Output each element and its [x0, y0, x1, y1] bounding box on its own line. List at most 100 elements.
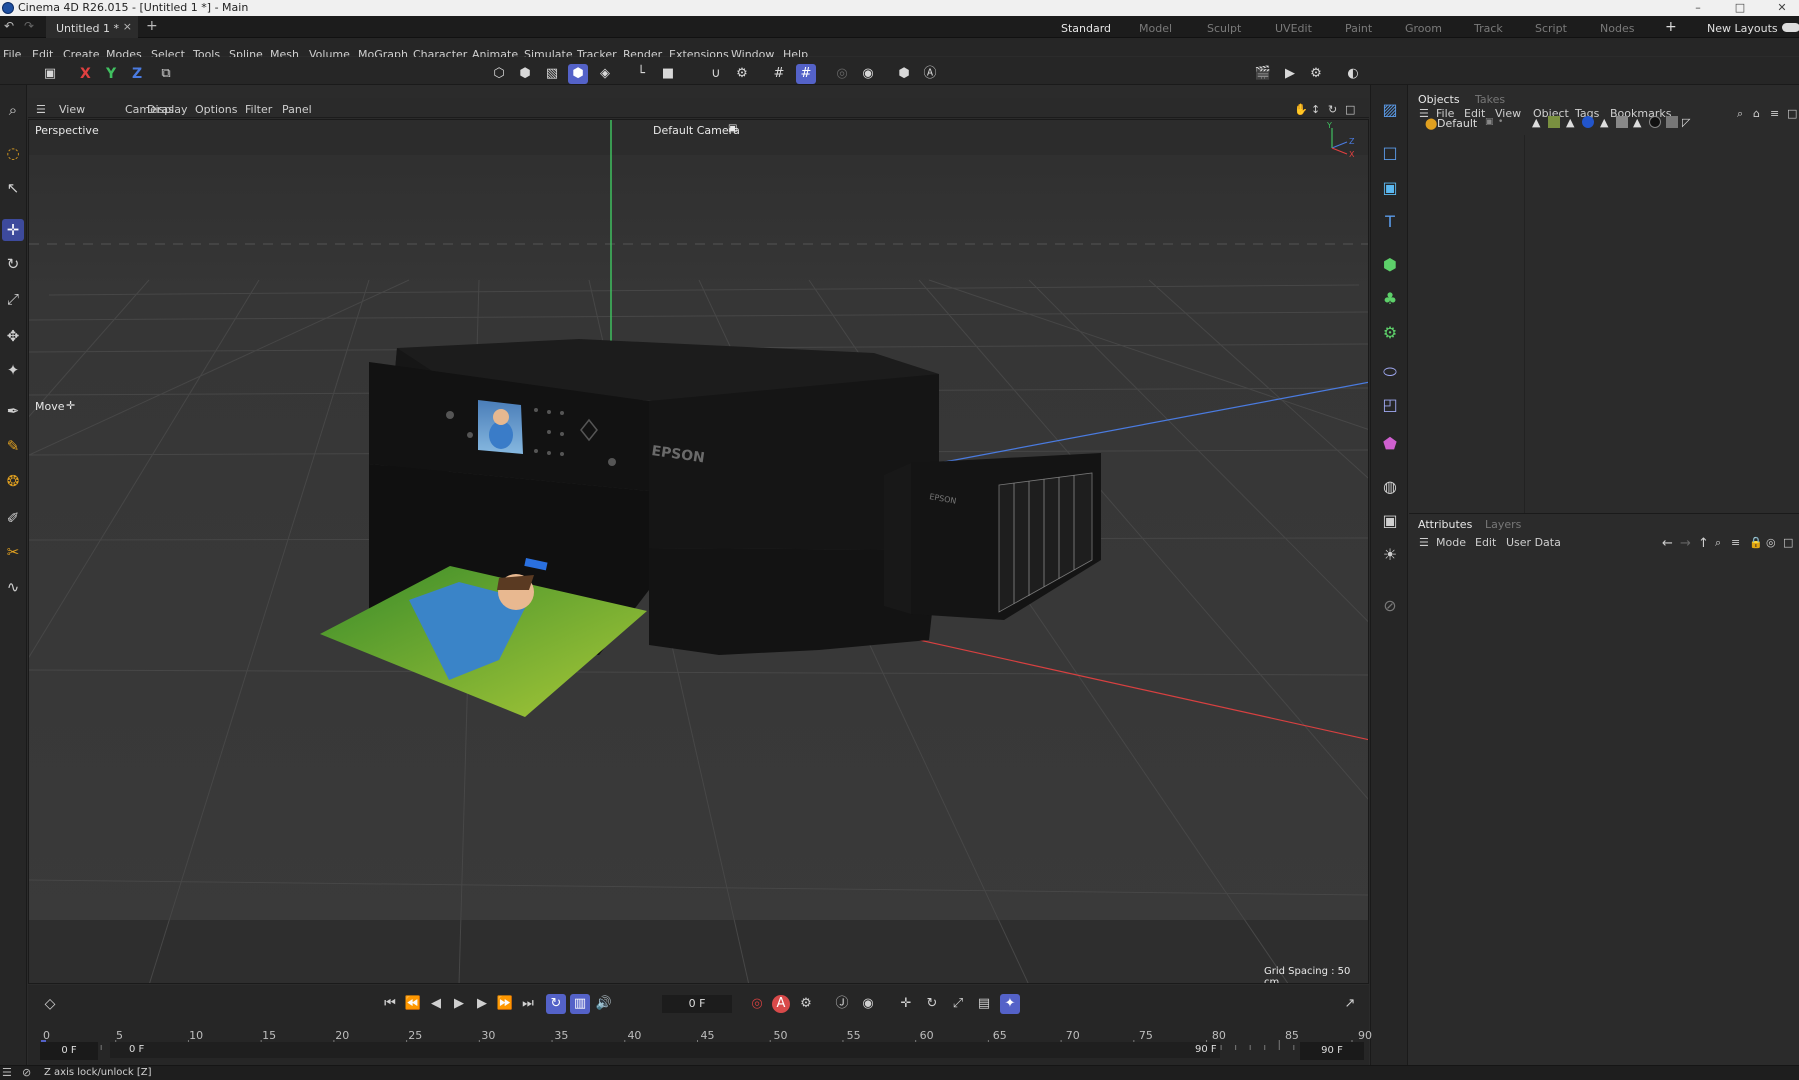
key-interpolation-icon[interactable]: ◉	[858, 994, 878, 1014]
z-axis-lock-button[interactable]: Z	[132, 66, 142, 82]
key-selection-icon[interactable]: Ⓙ	[832, 994, 852, 1014]
layout-uvedit[interactable]: UVEdit	[1275, 22, 1312, 35]
tab-takes[interactable]: Takes	[1475, 93, 1505, 106]
spline-sketch-icon[interactable]: ✎	[2, 435, 24, 457]
play-icon[interactable]: ▶	[449, 994, 469, 1014]
spline-smooth-icon[interactable]: ∿	[2, 576, 24, 598]
target-icon[interactable]: ◎	[1766, 536, 1776, 549]
projection-label[interactable]: Perspective	[35, 124, 99, 137]
autokey-range-icon[interactable]: ▥	[570, 994, 590, 1014]
lock-icon[interactable]: 🔒	[1749, 536, 1763, 549]
search-icon[interactable]: ⌕	[1715, 536, 1721, 550]
viewport-menu-panel[interactable]: Panel	[282, 103, 312, 116]
spline-pen-icon[interactable]: ✒	[2, 400, 24, 422]
orbit-view-icon[interactable]: ↻	[1328, 103, 1337, 116]
texture-tag-icon[interactable]: ▲	[1532, 116, 1544, 129]
material-tag-icon[interactable]	[1666, 116, 1678, 128]
rotate-tool-icon[interactable]: ↻	[2, 253, 24, 275]
coordinate-system-icon[interactable]: ⧉	[156, 64, 176, 84]
visibility-dots-icon[interactable]: •	[1498, 117, 1503, 127]
go-to-start-icon[interactable]: ⏮	[380, 994, 400, 1014]
go-to-end-icon[interactable]: ⏭	[518, 994, 538, 1014]
previous-key-icon[interactable]: ⏪	[403, 994, 423, 1014]
redshift-icon[interactable]: ◐	[1343, 64, 1363, 84]
material-tag-icon[interactable]	[1649, 116, 1661, 128]
camera-label[interactable]: Default Camera	[653, 124, 740, 137]
points-mode-icon[interactable]: ⬡	[489, 64, 509, 84]
up-arrow-icon[interactable]: ↑	[1698, 536, 1709, 551]
text-icon[interactable]: T	[1379, 211, 1401, 233]
minimize-button[interactable]: –	[1675, 0, 1721, 16]
texture-tag-icon[interactable]: ▲	[1600, 116, 1612, 129]
camera-add-icon[interactable]: ▣	[1379, 510, 1401, 532]
tab-untitled-1[interactable]: Untitled 1 * ×	[46, 16, 138, 38]
objects-column-divider[interactable]	[1524, 135, 1525, 513]
attributes-menu-mode[interactable]: Mode	[1436, 536, 1466, 549]
select-tool-icon[interactable]: ↖	[2, 177, 24, 199]
pan-view-icon[interactable]: ✋	[1294, 103, 1308, 116]
new-layouts-menu[interactable]: New Layouts	[1707, 22, 1778, 35]
field-icon[interactable]: ◰	[1379, 394, 1401, 416]
x-axis-lock-button[interactable]: X	[80, 66, 91, 82]
next-frame-icon[interactable]: ▶	[472, 994, 492, 1014]
camera-object-icon[interactable]: ▨	[1379, 99, 1401, 121]
keyframe-icon[interactable]: ◇	[40, 994, 60, 1014]
texture-tag-icon[interactable]: ▲	[1566, 116, 1578, 129]
layout-toggle[interactable]	[1782, 23, 1799, 32]
edges-mode-icon[interactable]: ⬢	[515, 64, 535, 84]
rotation-track-icon[interactable]: ↻	[922, 994, 942, 1014]
viewport-menu-filter[interactable]: Filter	[245, 103, 272, 116]
model-mode-icon[interactable]: ▣	[40, 64, 60, 84]
viewport-menu-options[interactable]: Options	[195, 103, 237, 116]
position-track-icon[interactable]: ✛	[896, 994, 916, 1014]
record-active-icon[interactable]: ◎	[747, 994, 767, 1014]
spline-rectangle-icon[interactable]: □	[1379, 142, 1401, 164]
toggle-view-icon[interactable]: □	[1345, 103, 1355, 116]
preview-range-bar[interactable]	[110, 1042, 1220, 1058]
layout-standard[interactable]: Standard	[1054, 22, 1118, 41]
next-key-icon[interactable]: ⏩	[495, 994, 515, 1014]
parameter-track-icon[interactable]: ▤	[974, 994, 994, 1014]
render-view-icon[interactable]: 🎬	[1253, 64, 1273, 84]
render-settings-icon[interactable]: ⚙	[1306, 64, 1326, 84]
polygon-pen-icon[interactable]: ❂	[2, 470, 24, 492]
attributes-menu-edit[interactable]: Edit	[1475, 536, 1496, 549]
autokey-button[interactable]: A	[772, 995, 790, 1013]
search-icon[interactable]: ⌕	[2, 99, 24, 121]
texture-tag-icon[interactable]: ▲	[1633, 116, 1645, 129]
more-tags-icon[interactable]: ◸	[1682, 116, 1694, 129]
locked-workplane-icon[interactable]: ◎	[832, 64, 852, 84]
brush-icon[interactable]: ✐	[2, 507, 24, 529]
axis-mode-icon[interactable]: └	[631, 64, 651, 84]
deformer-icon[interactable]: ⬭	[1379, 361, 1401, 383]
camera-icon[interactable]: ▣	[728, 123, 737, 134]
dynamic-placement-icon[interactable]: Ⓐ	[920, 64, 940, 84]
tab-objects[interactable]: Objects	[1418, 93, 1460, 106]
current-frame-field[interactable]: 0 F	[662, 995, 732, 1013]
back-arrow-icon[interactable]: ←	[1662, 536, 1673, 551]
undo-icon[interactable]: ↶	[4, 19, 14, 33]
live-selection-icon[interactable]: ◌	[2, 142, 24, 164]
render-to-picture-viewer-icon[interactable]: ▶	[1280, 64, 1300, 84]
symmetry-icon[interactable]: ◉	[858, 64, 878, 84]
snap-settings-icon[interactable]: ⚙	[732, 64, 752, 84]
keyframe-settings-icon[interactable]: ⚙	[796, 994, 816, 1014]
cloner-icon[interactable]: ♣	[1379, 288, 1401, 310]
loop-icon[interactable]: ↻	[546, 994, 566, 1014]
grid-icon[interactable]: #	[769, 64, 789, 84]
polygons-mode-icon[interactable]: ▧	[542, 64, 562, 84]
maximize-button[interactable]: □	[1717, 0, 1763, 16]
dolly-view-icon[interactable]: ↕	[1311, 103, 1320, 116]
filter-icon[interactable]: ≡	[1731, 536, 1740, 549]
workplane-icon[interactable]: #	[796, 64, 816, 84]
timeline-window-icon[interactable]: ↗	[1340, 994, 1360, 1014]
move-tool-icon[interactable]: ✛	[2, 219, 24, 241]
material-tag-icon[interactable]	[1582, 116, 1594, 128]
viewport-hamburger-icon[interactable]: ☰	[36, 103, 46, 116]
tab-attributes[interactable]: Attributes	[1418, 518, 1472, 531]
add-layout-icon[interactable]: +	[1665, 19, 1677, 35]
generator-icon[interactable]: ⬢	[1379, 254, 1401, 276]
layout-model[interactable]: Model	[1139, 22, 1172, 35]
environment-icon[interactable]: ◍	[1379, 476, 1401, 498]
layout-paint[interactable]: Paint	[1345, 22, 1372, 35]
